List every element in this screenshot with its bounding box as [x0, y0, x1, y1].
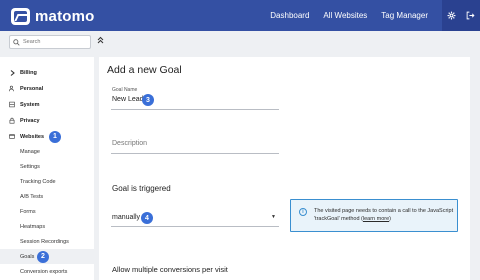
select-underline [111, 226, 279, 227]
sidebar-item-label: Privacy [20, 117, 40, 124]
collapse-chevron-icon[interactable] [97, 36, 104, 46]
info-text: The visited page needs to contain a call… [314, 208, 454, 223]
gear-icon[interactable] [442, 0, 461, 31]
lock-icon [9, 117, 15, 124]
sidebar-item-session-recordings[interactable]: Session Recordings [0, 234, 94, 249]
matomo-logo-icon [11, 7, 30, 25]
goal-name-underline [111, 109, 279, 110]
allow-multiple-heading: Allow multiple conversions per visit [112, 265, 228, 274]
sidebar-item-label: Forms [20, 208, 36, 215]
info-notification: i The visited page needs to contain a ca… [290, 199, 458, 232]
page-title: Add a new Goal [107, 64, 182, 76]
logo-text: matomo [35, 7, 95, 25]
step-badge: 3 [142, 94, 154, 106]
sign-out-icon[interactable] [461, 0, 480, 31]
search-input[interactable] [23, 39, 88, 45]
nav-dashboard[interactable]: Dashboard [270, 11, 309, 20]
sidebar-item-label: Tracking Code [20, 178, 56, 185]
description-input[interactable]: Description [112, 140, 147, 147]
sidebar-item-label: Websites [20, 133, 45, 140]
learn-more-link[interactable]: learn more [363, 216, 389, 222]
search-box[interactable] [9, 35, 91, 49]
server-icon [9, 101, 15, 108]
sidebar-item-system[interactable]: System [0, 97, 94, 112]
goal-name-input[interactable]: New Lead [112, 96, 144, 103]
dropdown-arrow-icon[interactable]: ▼ [271, 214, 276, 220]
top-nav: Dashboard All Websites Tag Manager [270, 0, 480, 31]
sidebar-item-forms[interactable]: Forms [0, 204, 94, 219]
sidebar-item-label: Heatmaps [20, 223, 46, 230]
sidebar-item-label: System [20, 101, 40, 108]
info-close-paren: ) [389, 215, 392, 222]
triggered-select[interactable]: manually [112, 214, 140, 221]
sidebar-item-label: Session Recordings [20, 238, 69, 245]
sidebar-item-settings[interactable]: Settings [0, 159, 94, 174]
sidebar-item-goals[interactable]: Goals 2 [0, 249, 94, 264]
matomo-logo[interactable]: matomo [11, 7, 95, 25]
sidebar-item-conversion-exports[interactable]: Conversion exports [0, 264, 94, 279]
sidebar-item-label: Conversion exports [20, 268, 68, 275]
sidebar-item-label: Billing [20, 69, 37, 76]
person-icon [9, 85, 15, 92]
sidebar-item-label: Personal [20, 85, 44, 92]
sidebar-item-personal[interactable]: Personal [0, 81, 94, 96]
sidebar-item-heatmaps[interactable]: Heatmaps [0, 219, 94, 234]
sidebar: Billing Personal System Privacy Websites… [0, 57, 94, 280]
info-icon: i [299, 208, 307, 216]
step-badge: 1 [49, 130, 61, 143]
globe-icon [9, 134, 15, 140]
chevron-right-icon [9, 69, 15, 76]
sidebar-item-manage[interactable]: Manage [0, 144, 94, 159]
sidebar-item-label: Goals [20, 253, 35, 260]
description-underline [111, 153, 279, 154]
step-badge: 2 [37, 250, 49, 263]
goal-name-label: Goal Name [112, 87, 138, 93]
sidebar-item-label: Manage [20, 148, 40, 155]
goal-triggered-heading: Goal is triggered [112, 184, 171, 193]
add-goal-card: Add a new Goal Goal Name New Lead 3 Desc… [99, 57, 470, 280]
sidebar-item-label: Settings [20, 163, 40, 170]
sidebar-item-privacy[interactable]: Privacy [0, 113, 94, 128]
sidebar-item-billing[interactable]: Billing [0, 65, 94, 80]
sidebar-item-tracking-code[interactable]: Tracking Code [0, 174, 94, 189]
nav-tag-manager[interactable]: Tag Manager [381, 11, 428, 20]
sidebar-item-websites[interactable]: Websites 1 [0, 129, 94, 144]
nav-all-websites[interactable]: All Websites [323, 11, 367, 20]
sidebar-item-ab-tests[interactable]: A/B Tests [0, 189, 94, 204]
search-icon [13, 38, 20, 46]
step-badge: 4 [141, 212, 153, 224]
top-bar: matomo Dashboard All Websites Tag Manage… [0, 0, 480, 31]
sidebar-item-label: A/B Tests [20, 193, 44, 200]
